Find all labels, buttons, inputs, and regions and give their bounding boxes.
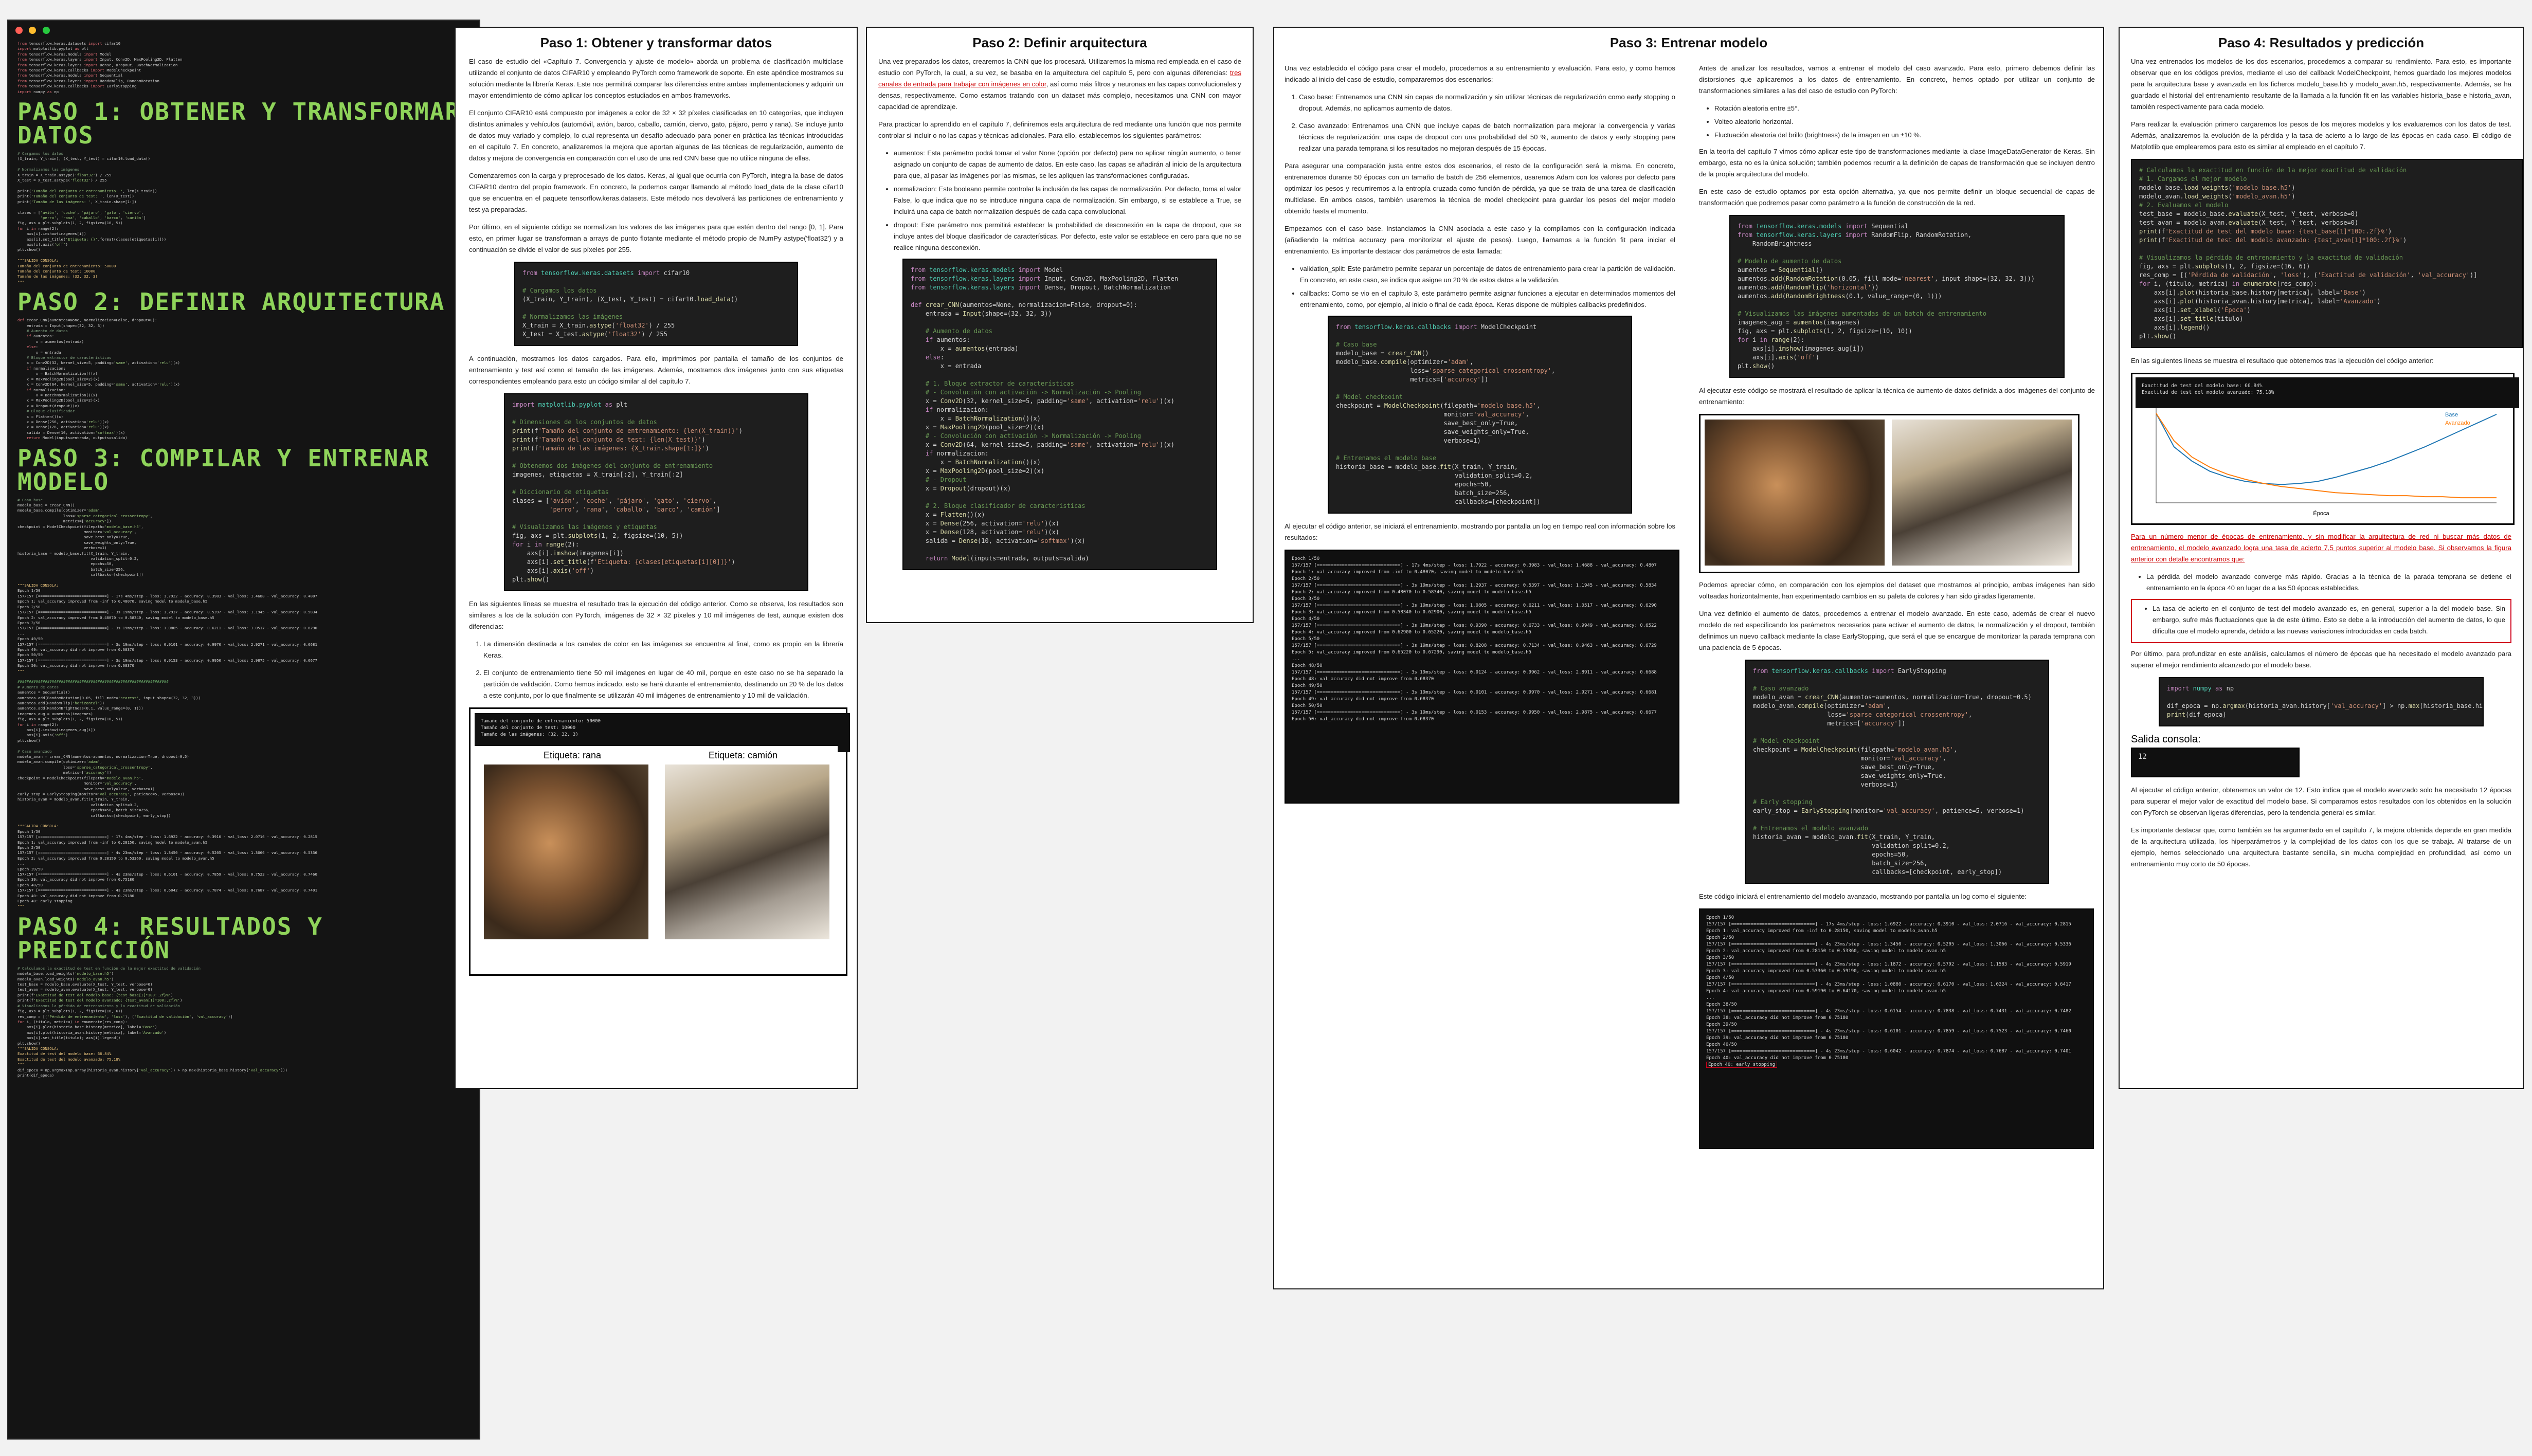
step3-paragraph: En este caso de estudio optamos por esta… (1699, 188, 2095, 207)
image-label: Etiqueta: rana (543, 750, 602, 760)
console-log-advanced: Epoch 1/50 157/157 [====================… (1699, 908, 2094, 1149)
step3-paragraph: Empezamos con el caso base. Instanciamos… (1285, 225, 1675, 255)
step3-list-item: callbacks: Como se vio en el capítulo 3,… (1300, 288, 1675, 311)
step3-list-item: Caso base: Entrenamos una CNN sin capas … (1299, 92, 1675, 114)
step3-right-column: Antes de analizar los resultados, vamos … (1699, 63, 2095, 1149)
code-block-load-data: from tensorflow.keras.datasets import ci… (514, 262, 798, 346)
step2-paragraph: Una vez preparados los datos, crearemos … (878, 58, 1241, 111)
early-stopping-highlight: Epoch 40: early stopping (1706, 1062, 1778, 1068)
terminal-banner-4: Paso 4: Resultados y predicción (17, 912, 323, 964)
truck-image (665, 765, 829, 939)
maximize-dot-icon[interactable] (42, 27, 50, 34)
step4-paragraph: Es importante destacar que, como también… (2131, 826, 2511, 868)
step3-list-item: Caso avanzado: Entrenamos una CNN que in… (1299, 120, 1675, 154)
step1-list-item: El conjunto de entrenamiento tiene 50 mi… (483, 667, 843, 701)
step2-paragraph: Para practicar lo aprendido en el capítu… (878, 120, 1241, 139)
step3-card: Paso 3: Entrenar modelo Una vez establec… (1273, 27, 2104, 1289)
step3-paragraph: Una vez establecido el código para crear… (1285, 64, 1675, 83)
step4-paragraph: Para realizar la evaluación primero carg… (2131, 120, 2511, 151)
step1-list-item: La dimensión destinada a los canales de … (483, 639, 843, 661)
step3-list-item: Rotación aleatoria entre ±5°. (1714, 103, 2095, 114)
step3-paragraph: Este código iniciará el entrenamiento de… (1699, 893, 2027, 900)
results-figure: Exactitud de test del modelo base: 66.84… (2131, 373, 2519, 525)
step1-paragraph: El caso de estudio del «Capítulo 7. Conv… (469, 58, 843, 99)
step4-list-item: La pérdida del modelo avanzado converge … (2146, 571, 2511, 594)
image-label: Etiqueta: camión (708, 750, 778, 760)
step1-paragraph: Por último, en el siguiente código se no… (469, 223, 843, 253)
step3-list-item: Volteo aleatorio horizontal. (1714, 116, 2095, 128)
code-block-show-data: import matplotlib.pyplot as plt # Dimens… (504, 393, 808, 591)
step4-paragraph: Al ejecutar el código anterior, obtenemo… (2131, 786, 2511, 816)
step2-list-item: dropout: Este parámetro nos permitirá es… (894, 220, 1241, 253)
step4-list-item: La tasa de acierto en el conjunto de tes… (2153, 603, 2505, 637)
step2-card: Paso 2: Definir arquitectura Una vez pre… (866, 27, 1254, 623)
console-log-base: Epoch 1/50 157/157 [====================… (1285, 550, 1679, 804)
step3-paragraph: Antes de analizar los resultados, vamos … (1699, 64, 2095, 95)
step4-paragraph: En las siguientes líneas se muestra el r… (2131, 357, 2434, 365)
step1-card: Paso 1: Obtener y transformar datos El c… (455, 27, 858, 1089)
step3-paragraph: En la teoría del capítulo 7 vimos cómo a… (1699, 148, 2095, 178)
console-output-label: Salida consola: (2131, 734, 2201, 745)
step1-title: Paso 1: Obtener y transformar datos (540, 35, 772, 50)
augmented-images-panel (1699, 414, 2079, 573)
results-line-chart: Base Avanzado Época (2156, 408, 2497, 517)
code-block-architecture: from tensorflow.keras.models import Mode… (902, 259, 1217, 570)
terminal-banner-2: Paso 2: Definir arquitectura (17, 288, 445, 316)
step3-left-column: Una vez establecido el código para crear… (1285, 63, 1679, 804)
step2-title: Paso 2: Definir arquitectura (972, 35, 1147, 50)
terminal-banner-1: Paso 1: Obtener y transformar datos (17, 98, 461, 150)
terminal-banner-3: Paso 3: Compilar y entrenar modelo (17, 444, 430, 496)
close-dot-icon[interactable] (15, 27, 23, 34)
highlighted-text: Para un número menor de épocas de entren… (2131, 533, 2511, 563)
step3-paragraph: Al ejecutar el código anterior, se inici… (1285, 522, 1675, 541)
step3-paragraph: Al ejecutar este código se mostrará el r… (1699, 387, 2095, 406)
step2-list-item: aumentos: Esta parámetro podrá tomar el … (894, 148, 1241, 181)
window-controls (15, 27, 54, 37)
frog-image (484, 765, 648, 939)
step3-paragraph: Una vez definido el aumento de datos, pr… (1699, 610, 2095, 651)
step1-paragraph: A continuación, mostramos los datos carg… (469, 355, 843, 385)
notebook-terminal-window[interactable]: from tensorflow.keras.datasets import ci… (7, 20, 480, 1440)
step3-list-item: Fluctuación aleatoria del brillo (bright… (1714, 130, 2095, 141)
minimize-dot-icon[interactable] (29, 27, 37, 34)
step4-card: Paso 4: Resultados y predicción Una vez … (2119, 27, 2524, 1089)
chart-x-axis-label: Época (2313, 510, 2329, 517)
code-block-train-advanced: from tensorflow.keras.callbacks import E… (1745, 660, 2049, 884)
highlighted-text: tres canales de entrada para trabajar co… (878, 69, 1241, 88)
step1-paragraph: Comenzaremos con la carga y preprocesado… (469, 172, 843, 213)
step3-list-item: validation_split: Este parámetro permite… (1300, 263, 1675, 286)
step2-list-item: normalizacion: Este booleano permite con… (894, 184, 1241, 217)
sample-images-panel: Tamaño del conjunto de entrenamiento: 50… (469, 707, 850, 976)
step3-paragraph: Para asegurar una comparación justa entr… (1285, 162, 1675, 215)
step4-paragraph: Por último, para profundizar en este aná… (2131, 650, 2511, 669)
code-block-evaluate: # Calculamos la exactitud en función de … (2131, 159, 2523, 348)
step4-paragraph: Una vez entrenados los modelos de los do… (2131, 58, 2511, 111)
code-block-epochs: import numpy as np dif_epoca = np.argmax… (2159, 677, 2484, 726)
chart-legend-label: Base (2445, 412, 2458, 418)
augmented-truck-image (1892, 420, 2072, 566)
step1-paragraph: El conjunto CIFAR10 está compuesto por i… (469, 109, 843, 162)
sample-figure: Etiqueta: rana Etiqueta: camión (475, 746, 838, 965)
chart-legend-label: Avanzado (2445, 420, 2470, 426)
step3-paragraph: Podemos apreciar cómo, en comparación co… (1699, 581, 2095, 600)
step4-title: Paso 4: Resultados y predicción (2218, 35, 2425, 50)
step1-paragraph: En las siguientes líneas se muestra el r… (469, 600, 843, 630)
console-output-value: 12 (2131, 748, 2300, 777)
code-block-train-base: from tensorflow.keras.callbacks import M… (1328, 316, 1632, 514)
code-block-augmentation: from tensorflow.keras.models import Sequ… (1729, 215, 2065, 378)
augmented-frog-image (1705, 420, 1885, 566)
terminal-code: from tensorflow.keras.datasets import ci… (17, 41, 473, 1433)
step4-paragraph: Para un número menor de épocas de entren… (2131, 531, 2511, 565)
highlighted-box: La tasa de acierto en el conjunto de tes… (2131, 599, 2511, 643)
step3-title: Paso 3: Entrenar modelo (1609, 35, 1768, 50)
